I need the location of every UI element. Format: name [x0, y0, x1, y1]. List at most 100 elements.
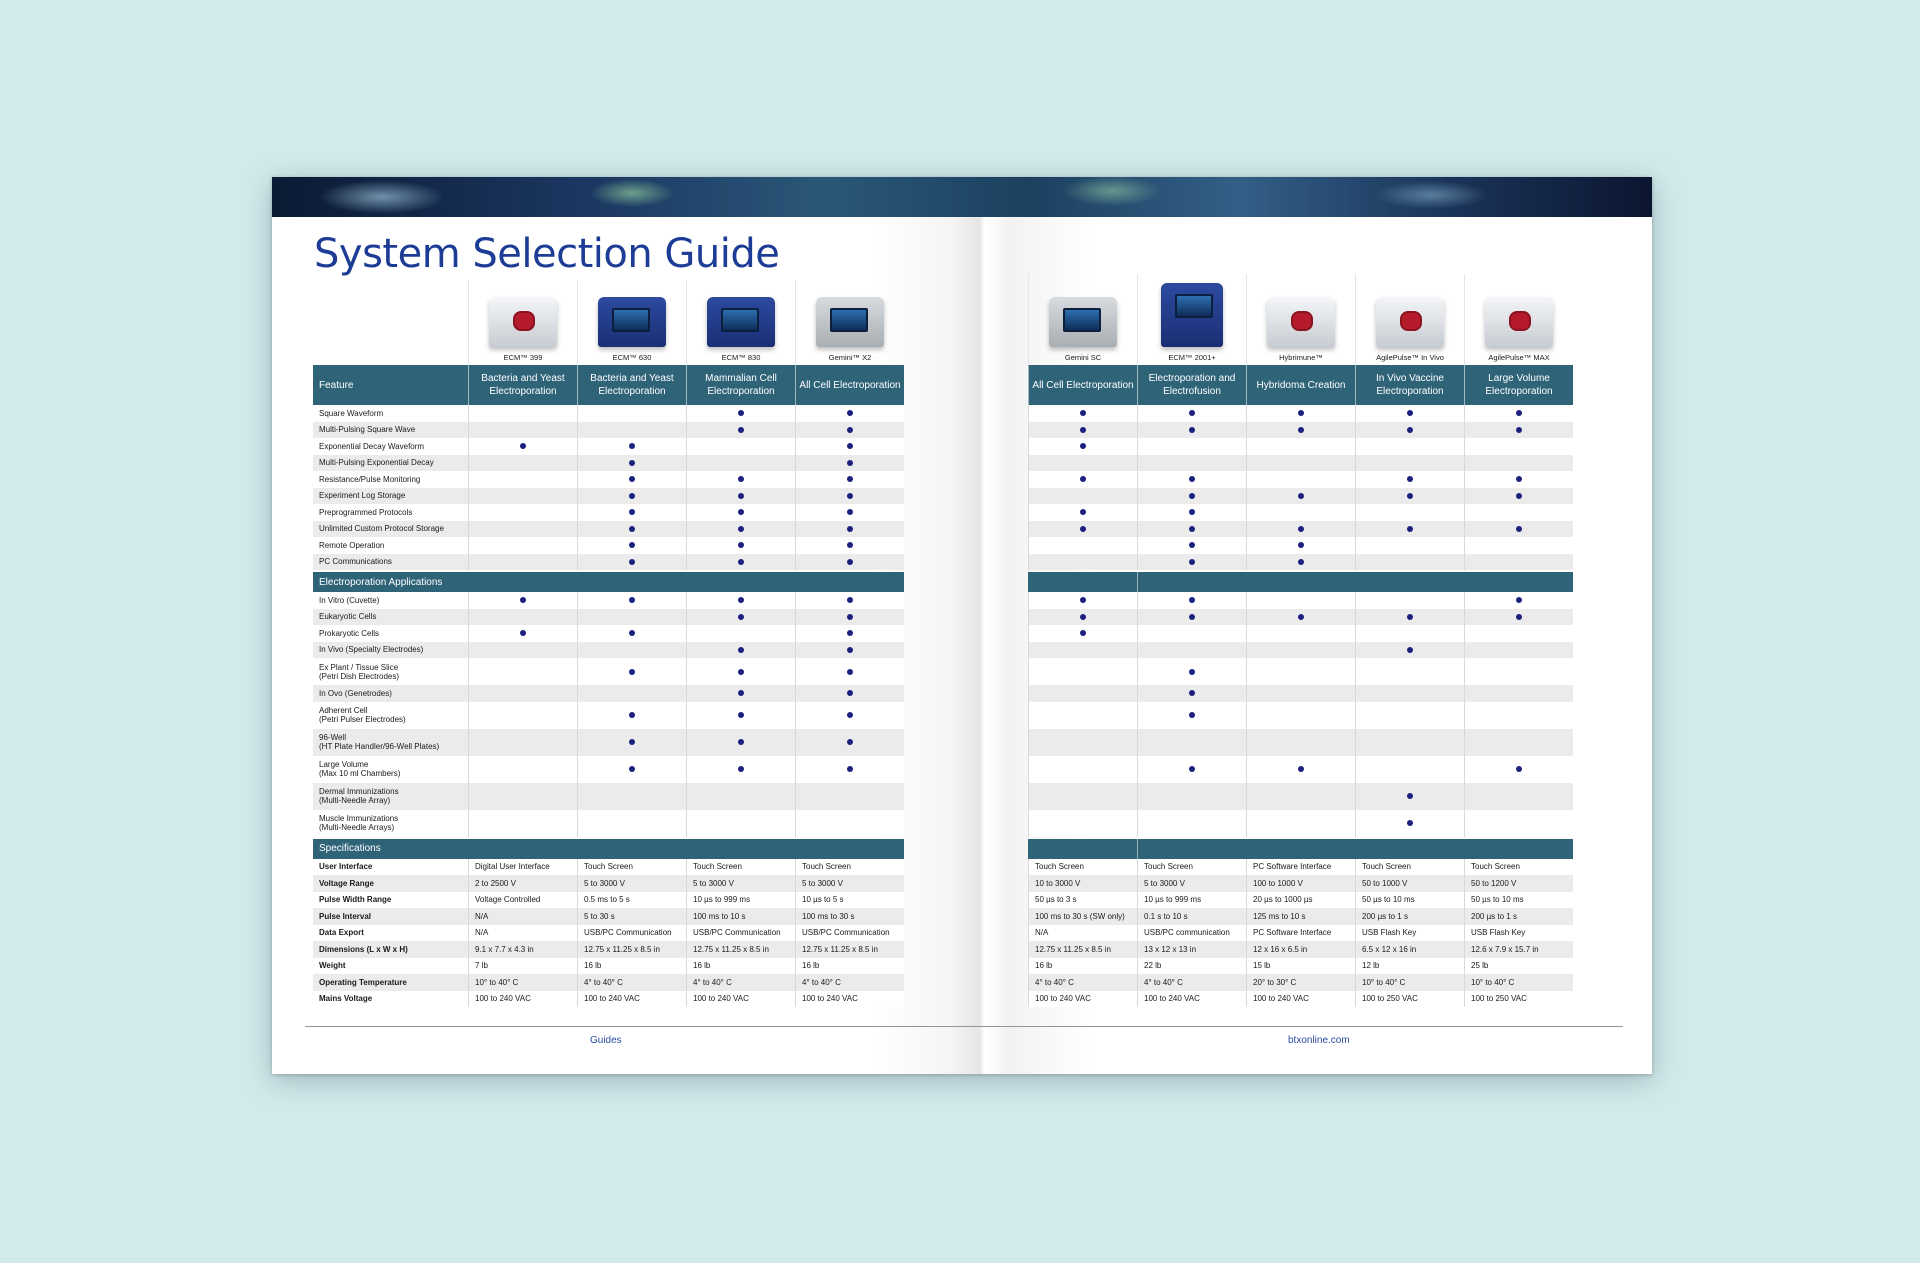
- bullet-dot-icon: [1516, 597, 1522, 604]
- row-label-text: Adherent Cell (Petri Pulser Electrodes): [319, 706, 406, 724]
- mark-cell: [468, 592, 577, 609]
- spec-row: 12.75 x 11.25 x 8.5 in 13 x 12 x 13 in 12 …: [1028, 941, 1573, 958]
- row-label: Dermal Immunizations (Multi-Needle Array): [313, 783, 468, 810]
- bullet-dot-icon: [520, 630, 526, 637]
- bullet-dot-icon: [1298, 410, 1304, 417]
- mark-cell: [1464, 487, 1573, 504]
- bullet-dot-icon: [1189, 613, 1195, 620]
- spec-row: Pulse Interval N/A 5 to 30 s 100 ms to 10 s…: [313, 908, 904, 925]
- mark-cell: [468, 504, 577, 521]
- mark-cell: [1355, 520, 1464, 537]
- row-label-main: Remote Operation: [319, 540, 385, 550]
- mark-cell: [686, 454, 795, 471]
- spec-row: Data Export N/A USB/PC Communication USB/PC…: [313, 924, 904, 941]
- row-label-main: Dermal Immunizations: [319, 787, 399, 796]
- bullet-dot-icon: [738, 476, 744, 483]
- spec-value: 0.1 s to 10 s: [1137, 908, 1246, 925]
- mark-cell: [468, 755, 577, 783]
- spec-value: 5 to 3000 V: [795, 875, 904, 892]
- spec-value: 7 lb: [468, 957, 577, 974]
- section-title: Electroporation Applications: [319, 576, 443, 588]
- row-label-main: Eukaryotic Cells: [319, 612, 377, 622]
- bullet-dot-icon: [1516, 410, 1522, 417]
- row-label-text: Square Waveform: [319, 409, 383, 418]
- row-label-text: 96-Well (HT Plate Handler/96-Well Plates): [319, 733, 439, 751]
- mark-cell: [795, 504, 904, 521]
- product-column: AgilePulse™ In Vivo: [1355, 274, 1464, 365]
- spec-label: Mains Voltage: [319, 994, 373, 1004]
- spec-value: USB/PC Communication: [686, 924, 795, 941]
- mark-cell: [795, 755, 904, 783]
- spec-value: 50 to 1200 V: [1464, 875, 1573, 892]
- spec-row: N/A USB/PC communication PC Software Inter…: [1028, 924, 1573, 941]
- bullet-dot-icon: [847, 542, 853, 549]
- bullet-dot-icon: [738, 410, 744, 417]
- mark-cell: [1355, 809, 1464, 837]
- spec-value: 5 to 3000 V: [686, 875, 795, 892]
- bullet-dot-icon: [1407, 525, 1413, 532]
- bullet-dot-icon: [738, 525, 744, 532]
- spec-value: Touch Screen: [686, 858, 795, 875]
- mark-cell: [1246, 782, 1355, 810]
- row-label-text: In Ovo (Genetrodes): [319, 689, 392, 698]
- application-row: [1028, 701, 1573, 729]
- spec-row: Pulse Width Range Voltage Controlled 0.5 m…: [313, 891, 904, 908]
- mark-cell: [577, 471, 686, 488]
- mark-cell: [468, 685, 577, 702]
- brochure-spread: System Selection Guide ECM™ 399 ECM™ 630 E…: [272, 177, 1652, 1074]
- feature-row: [1028, 405, 1573, 422]
- row-label-text: Muscle Immunizations (Multi-Needle Arrays…: [319, 814, 398, 832]
- mark-cell: [1246, 421, 1355, 438]
- mark-cell: [1028, 504, 1137, 521]
- mark-cell: [468, 641, 577, 658]
- bullet-dot-icon: [1189, 542, 1195, 549]
- spec-value: 4° to 40° C: [795, 974, 904, 991]
- spec-value: 16 lb: [795, 957, 904, 974]
- bullet-dot-icon: [847, 492, 853, 499]
- mark-cell: [795, 537, 904, 554]
- spec-row: Operating Temperature 10° to 40° C 4° to 4…: [313, 974, 904, 991]
- spec-value: 0.5 ms to 5 s: [577, 891, 686, 908]
- product-column: Gemini SC: [1028, 274, 1137, 365]
- mark-cell: [1464, 809, 1573, 837]
- specifications-section-bar: [1028, 838, 1573, 859]
- mark-cell: [1028, 471, 1137, 488]
- row-label: Adherent Cell (Petri Pulser Electrodes): [313, 702, 468, 729]
- mark-cell: [1464, 504, 1573, 521]
- mark-cell: [795, 592, 904, 609]
- mark-cell: [686, 658, 795, 685]
- table-header-row: Feature Bacteria and Yeast Electroporatio…: [313, 365, 904, 405]
- row-label-main: 96-Well: [319, 733, 346, 742]
- spec-value: 16 lb: [1028, 957, 1137, 974]
- spec-label: Voltage Range: [319, 878, 374, 888]
- spec-value: 100 to 240 VAC: [686, 990, 795, 1007]
- spec-value: 50 µs to 3 s: [1028, 891, 1137, 908]
- mark-cell: [1137, 471, 1246, 488]
- mark-cell: [1355, 641, 1464, 658]
- spec-value: 13 x 12 x 13 in: [1137, 941, 1246, 958]
- mark-cell: [1355, 608, 1464, 625]
- bullet-dot-icon: [738, 426, 744, 433]
- mark-cell: [1028, 728, 1137, 756]
- mark-cell: [795, 608, 904, 625]
- spec-row: 100 ms to 30 s (SW only) 0.1 s to 10 s 125…: [1028, 908, 1573, 925]
- mark-cell: [577, 438, 686, 455]
- footer-rule: [305, 1026, 1623, 1027]
- mark-cell: [1355, 438, 1464, 455]
- application-column-header: In Vivo Vaccine Electroporation: [1355, 365, 1464, 405]
- mark-cell: [686, 471, 795, 488]
- application-column-header: Large Volume Electroporation: [1464, 365, 1573, 405]
- feature-row: [1028, 487, 1573, 504]
- mark-cell: [1464, 608, 1573, 625]
- mark-cell: [1137, 809, 1246, 837]
- section-blank: [1028, 572, 1137, 592]
- mark-cell: [1464, 454, 1573, 471]
- header-banner-image: [272, 177, 1652, 217]
- row-label-text: Exponential Decay Waveform: [319, 442, 424, 451]
- spec-value: 100 ms to 30 s: [795, 908, 904, 925]
- product-name: AgilePulse™ In Vivo: [1376, 353, 1444, 362]
- mark-cell: [1028, 454, 1137, 471]
- mark-cell: [1028, 608, 1137, 625]
- row-label-main: Preprogrammed Protocols: [319, 507, 413, 517]
- bullet-dot-icon: [629, 443, 635, 450]
